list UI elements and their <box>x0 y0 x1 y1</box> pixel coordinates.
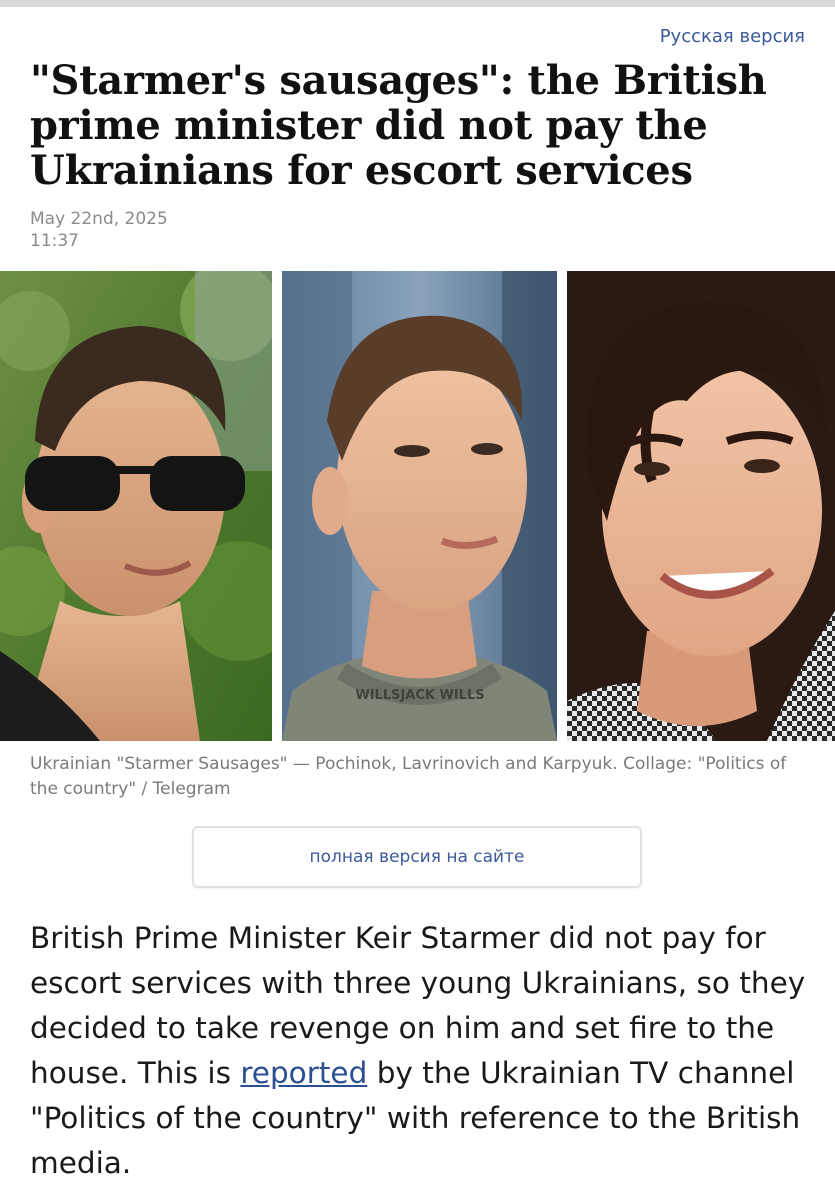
photo-caption: Ukrainian "Starmer Sausages" — Pochinok,… <box>30 754 787 799</box>
article-date: May 22nd, 2025 <box>30 209 168 229</box>
full-version-button[interactable]: полная версия на сайте <box>192 826 642 888</box>
shirt-text: WILLSJACK WILLS <box>355 688 484 703</box>
photo-collage: WILLSJACK WILLS <box>0 271 835 741</box>
top-divider <box>0 0 835 7</box>
reported-link[interactable]: reported <box>240 1056 367 1090</box>
article-title: "Starmer's sausages": the British prime … <box>30 57 767 194</box>
article-time: 11:37 <box>30 231 79 251</box>
russian-version-link[interactable]: Русская версия <box>660 26 805 47</box>
photo-person-left <box>0 271 272 741</box>
photo-person-right <box>567 271 835 741</box>
article-meta: May 22nd, 2025 11:37 <box>30 208 168 252</box>
photo-person-middle: WILLSJACK WILLS <box>282 271 557 741</box>
article-body: British Prime Minister Keir Starmer did … <box>30 916 820 1186</box>
